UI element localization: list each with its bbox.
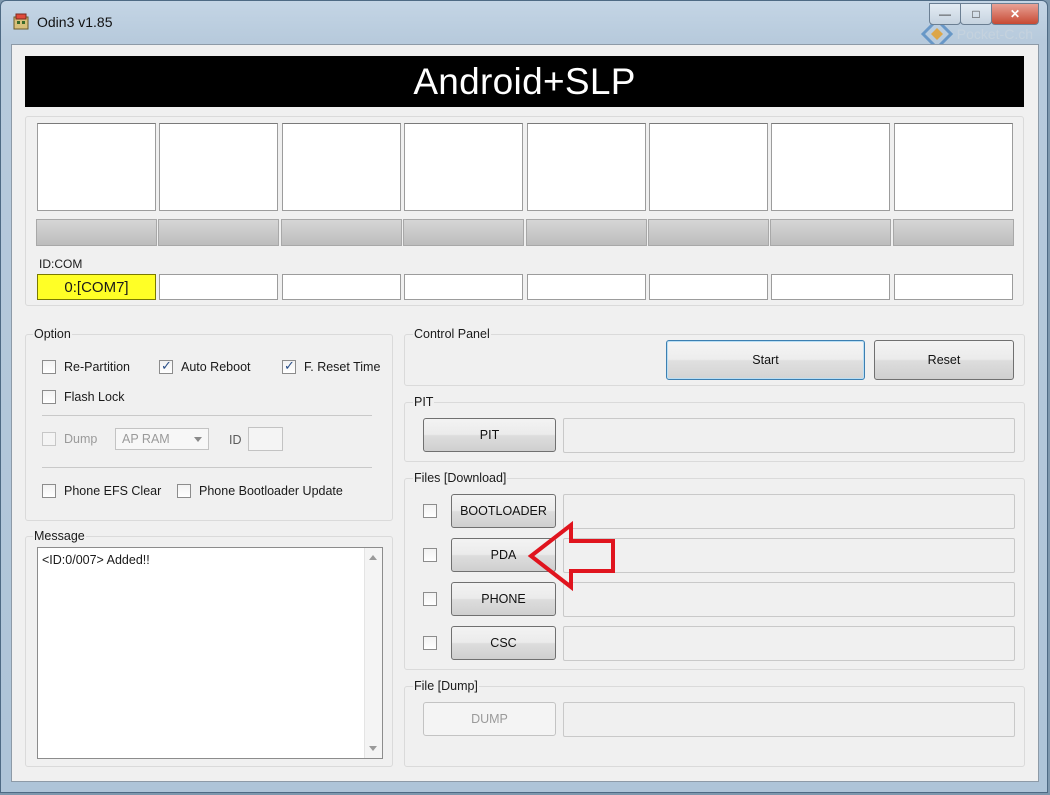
dump-button[interactable]: DUMP — [423, 702, 556, 736]
dump-label: Dump — [64, 432, 98, 446]
watermark-text: Pocket-C.ch — [956, 26, 1033, 42]
option-title: Option — [33, 327, 72, 341]
message-scrollbar[interactable] — [364, 548, 382, 758]
dump-box[interactable] — [42, 432, 56, 446]
phone-bootloader-update-checkbox[interactable]: Phone Bootloader Update — [177, 484, 343, 498]
port-status-box — [771, 123, 890, 211]
option-divider-2 — [42, 467, 372, 468]
odin-app-icon — [13, 13, 29, 30]
pda-checkbox[interactable] — [423, 548, 445, 562]
pda-path-field[interactable] — [563, 538, 1015, 573]
dump-id-label: ID — [229, 433, 242, 447]
flash-lock-checkbox[interactable]: Flash Lock — [42, 390, 124, 404]
banner: Android+SLP — [25, 56, 1024, 107]
control-panel-title: Control Panel — [413, 327, 491, 341]
message-log-text: <ID:0/007> Added!! — [42, 553, 150, 567]
maximize-button[interactable]: □ — [960, 3, 992, 25]
pda-box[interactable] — [423, 548, 437, 562]
port-status-box — [159, 123, 278, 211]
csc-button[interactable]: CSC — [451, 626, 556, 660]
phone-efs-clear-checkbox[interactable]: Phone EFS Clear — [42, 484, 161, 498]
port-status-box — [404, 123, 523, 211]
minimize-button[interactable]: — — [929, 3, 961, 25]
option-divider-1 — [42, 415, 372, 416]
close-button[interactable]: ✕ — [991, 3, 1039, 25]
phone-efs-clear-box[interactable] — [42, 484, 56, 498]
port-id-com — [894, 274, 1013, 300]
id-com-label: ID:COM — [39, 257, 83, 271]
bootloader-checkbox[interactable] — [423, 504, 445, 518]
phone-efs-clear-label: Phone EFS Clear — [64, 484, 162, 498]
bootloader-path-field[interactable] — [563, 494, 1015, 529]
annotation-arrow-icon — [527, 521, 615, 592]
phone-bootloader-update-box[interactable] — [177, 484, 191, 498]
start-button[interactable]: Start — [666, 340, 865, 380]
phone-bootloader-update-label: Phone Bootloader Update — [199, 484, 343, 498]
re-partition-label: Re-Partition — [64, 360, 130, 374]
dump-id-input[interactable] — [248, 427, 283, 451]
file-dump-title: File [Dump] — [413, 679, 479, 693]
port-progress-bar — [36, 219, 157, 246]
port-progress-bar — [893, 219, 1014, 246]
dump-type-value: AP RAM — [122, 432, 170, 446]
port-status-box — [649, 123, 768, 211]
phone-path-field[interactable] — [563, 582, 1015, 617]
csc-path-field[interactable] — [563, 626, 1015, 661]
flash-lock-label: Flash Lock — [64, 390, 125, 404]
odin-window: Odin3 v1.85 Pocket-C.ch — □ ✕ Android+SL… — [0, 0, 1048, 793]
port-status-box — [37, 123, 156, 211]
csc-checkbox[interactable] — [423, 636, 445, 650]
bootloader-box[interactable] — [423, 504, 437, 518]
phone-checkbox[interactable] — [423, 592, 445, 606]
port-progress-bar — [158, 219, 279, 246]
scroll-down-icon[interactable] — [369, 746, 377, 751]
f-reset-time-box[interactable] — [282, 358, 296, 374]
dump-path-field[interactable] — [563, 702, 1015, 737]
dump-checkbox[interactable]: Dump — [42, 432, 97, 446]
re-partition-box[interactable] — [42, 360, 56, 374]
phone-box[interactable] — [423, 592, 437, 606]
pit-path-field[interactable] — [563, 418, 1015, 453]
auto-reboot-label: Auto Reboot — [181, 360, 251, 374]
port-id-com: 0:[COM7] — [37, 274, 156, 300]
port-id-com — [527, 274, 646, 300]
port-id-com — [404, 274, 523, 300]
port-id-com — [282, 274, 401, 300]
maximize-icon: □ — [972, 7, 980, 21]
f-reset-time-checkbox[interactable]: F. Reset Time — [282, 358, 381, 374]
port-progress-bar — [526, 219, 647, 246]
auto-reboot-box[interactable] — [159, 358, 173, 374]
port-id-com — [159, 274, 278, 300]
port-progress-bar — [648, 219, 769, 246]
window-controls: — □ ✕ — [929, 3, 1039, 25]
close-icon: ✕ — [1009, 7, 1021, 21]
port-progress-bar — [281, 219, 402, 246]
chevron-down-icon — [194, 437, 202, 442]
files-download-title: Files [Download] — [413, 471, 508, 485]
flash-lock-box[interactable] — [42, 390, 56, 404]
auto-reboot-checkbox[interactable]: Auto Reboot — [159, 358, 251, 374]
client-area: Android+SLP 0:[COM7] ID:COM Option Re-Pa… — [11, 44, 1039, 782]
message-title: Message — [33, 529, 86, 543]
message-log[interactable]: <ID:0/007> Added!! — [37, 547, 383, 759]
pit-button[interactable]: PIT — [423, 418, 556, 452]
re-partition-checkbox[interactable]: Re-Partition — [42, 360, 130, 374]
pit-title: PIT — [413, 395, 435, 409]
window-title: Odin3 v1.85 — [37, 14, 113, 30]
csc-box[interactable] — [423, 636, 437, 650]
port-status-box — [894, 123, 1013, 211]
port-progress-bar — [403, 219, 524, 246]
scroll-up-icon[interactable] — [369, 555, 377, 560]
port-id-com — [771, 274, 890, 300]
port-progress-bar — [770, 219, 891, 246]
dump-type-select[interactable]: AP RAM — [115, 428, 209, 450]
port-status-box — [527, 123, 646, 211]
minimize-icon: — — [939, 7, 951, 21]
port-status-box — [282, 123, 401, 211]
f-reset-time-label: F. Reset Time — [304, 360, 381, 374]
reset-button[interactable]: Reset — [874, 340, 1014, 380]
port-id-com — [649, 274, 768, 300]
